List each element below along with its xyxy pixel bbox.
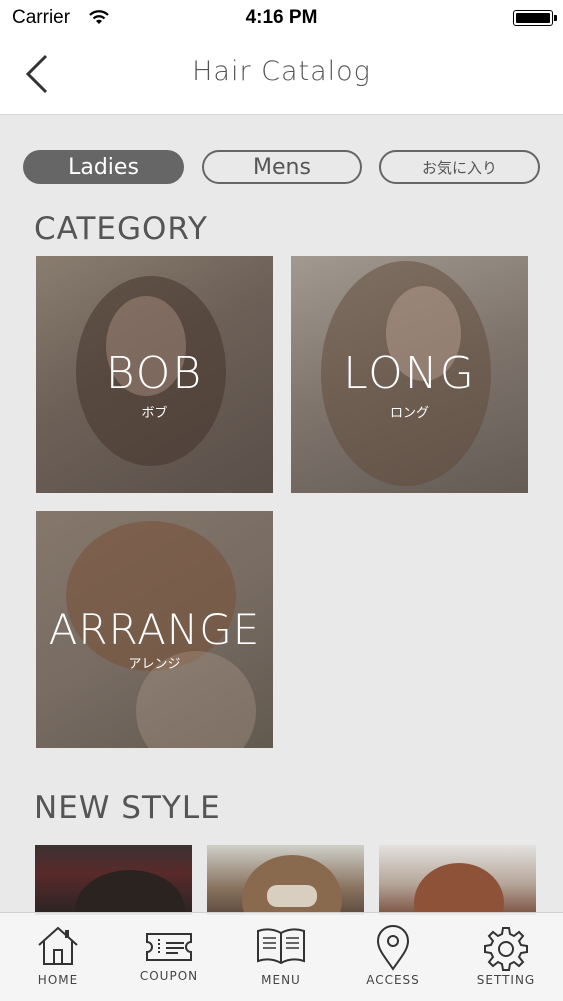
tab-home[interactable]: HOME [2,913,114,1001]
new-style-thumbnail[interactable] [207,845,364,915]
tab-label: SETTING [476,973,536,987]
category-tile-long[interactable]: LONG ロング [291,256,528,493]
tab-setting[interactable]: SETTING [450,913,562,1001]
tab-access[interactable]: ACCESS [337,913,449,1001]
status-bar: Carrier 4:16 PM [0,0,563,36]
tab-label: COUPON [139,969,199,983]
new-style-heading: NEW STYLE [34,790,221,826]
coupon-icon [146,933,192,961]
category-heading: CATEGORY [34,211,208,247]
tab-label: MENU [261,973,301,987]
tab-label: ACCESS [366,973,420,987]
category-title: LONG [343,348,476,399]
home-icon [38,926,78,965]
category-subtitle: ロング [389,406,429,421]
tab-favorites[interactable]: お気に入り [379,150,540,184]
clock-label: 4:16 PM [245,7,318,28]
tab-coupon[interactable]: COUPON [113,913,225,1001]
category-title: BOB [105,348,204,399]
new-style-thumbnail[interactable] [35,845,192,915]
page-title: Hair Catalog [192,56,371,87]
navigation-bar: Hair Catalog [0,36,563,115]
menu-book-icon [257,928,305,965]
category-subtitle: アレンジ [128,657,181,672]
tab-menu[interactable]: MENU [225,913,337,1001]
category-subtitle: ボブ [141,406,168,421]
tab-label: HOME [37,973,79,987]
category-tile-bob[interactable]: BOB ボブ [36,256,273,493]
tab-bar: HOME COUPON MENU ACCESS SETTING [0,912,563,1001]
location-pin-icon [376,925,410,971]
tab-ladies[interactable]: Ladies [23,150,184,184]
battery-icon [513,10,557,26]
tab-mens[interactable]: Mens [202,150,362,184]
category-title: ARRANGE [48,605,261,654]
new-style-thumbnail[interactable] [379,845,536,915]
gear-icon [484,927,528,971]
category-tile-arrange[interactable]: ARRANGE アレンジ [36,511,273,748]
